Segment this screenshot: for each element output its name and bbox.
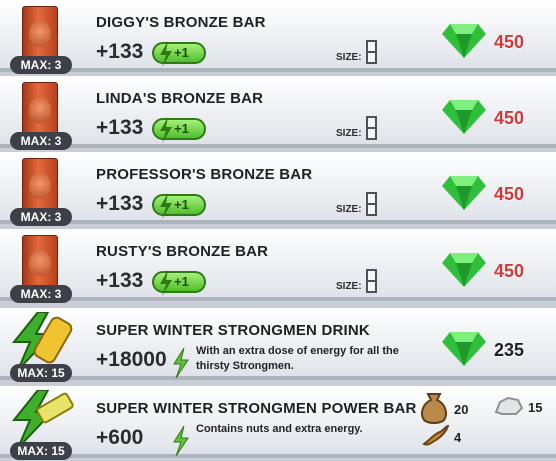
shop-item-professors-bronze-bar[interactable]: MAX: 3 PROFESSOR'S BRONZE BAR +133 +1 SI… [0,152,556,226]
gem-price: 235 [494,340,525,360]
bronze-bar-icon [22,158,58,214]
energy-bonus-text: +1 [174,121,189,136]
max-badge: MAX: 15 [10,364,72,382]
max-badge: MAX: 3 [10,132,72,150]
bronze-bar-icon [22,82,58,138]
size-icon [366,116,377,140]
energy-value: +133 [96,40,144,63]
size-icon [366,192,377,216]
size-icon [366,40,377,64]
shop-item-lindas-bronze-bar[interactable]: MAX: 3 LINDA'S BRONZE BAR +133 +1 SIZE: … [0,76,556,150]
size-icon [366,269,377,293]
gem-price: 450 [494,108,525,128]
size-label: SIZE: [336,281,362,292]
item-thumbnail: MAX: 15 [6,390,74,460]
gem-price: 450 [494,184,525,204]
root-count: 4 [454,430,462,445]
item-thumbnail: MAX: 3 [6,156,74,226]
max-badge: MAX: 3 [10,285,72,303]
size-label: SIZE: [336,52,362,63]
bronze-bar-icon [22,235,58,291]
item-title: PROFESSOR'S BRONZE BAR [96,166,313,183]
item-title: DIGGY'S BRONZE BAR [96,14,266,31]
gem-icon [442,176,486,210]
item-thumbnail: MAX: 3 [6,233,74,303]
sack-count: 20 [454,402,469,417]
max-badge: MAX: 3 [10,208,72,226]
size-label: SIZE: [336,128,362,139]
lightning-icon [160,41,172,67]
item-thumbnail: MAX: 3 [6,80,74,150]
energy-drink-icon [11,312,73,370]
shop-item-list: MAX: 3 DIGGY'S BRONZE BAR +133 +1 SIZE: … [0,0,556,461]
item-description: Contains nuts and extra energy. [196,423,363,435]
energy-bonus-text: +1 [174,274,189,289]
energy-bonus-pill: +1 [152,270,206,296]
power-bar-icon [11,390,74,448]
shop-item-rustys-bronze-bar[interactable]: MAX: 3 RUSTY'S BRONZE BAR +133 +1 SIZE: … [0,229,556,303]
shop-item-diggys-bronze-bar[interactable]: MAX: 3 DIGGY'S BRONZE BAR +133 +1 SIZE: … [0,0,556,74]
energy-bonus-text: +1 [174,197,189,212]
gem-price: 450 [494,32,525,52]
energy-bonus-pill: +1 [152,117,206,143]
item-title: SUPER WINTER STRONGMEN DRINK [96,322,370,339]
size-label: SIZE: [336,204,362,215]
gem-icon [442,253,486,287]
lightning-icon [160,270,172,296]
stone-icon [494,396,524,415]
energy-bonus-pill: +1 [152,193,206,219]
energy-value: +133 [96,269,144,292]
lightning-icon [160,117,172,143]
item-title: LINDA'S BRONZE BAR [96,90,264,107]
item-title: RUSTY'S BRONZE BAR [96,243,269,260]
shop-item-strongmen-drink[interactable]: MAX: 15 SUPER WINTER STRONGMEN DRINK +18… [0,308,556,382]
item-thumbnail: MAX: 15 [6,312,74,382]
energy-value: +600 [96,426,144,449]
root-icon [422,424,450,446]
energy-bonus-pill: +1 [152,41,206,67]
energy-value: +18000 [96,348,167,371]
max-badge: MAX: 15 [10,442,72,460]
sack-icon [421,393,447,424]
lightning-icon [173,426,189,456]
item-title: SUPER WINTER STRONGMEN POWER BAR [96,400,417,417]
energy-value: +133 [96,116,144,139]
max-badge: MAX: 3 [10,56,72,74]
lightning-icon [173,348,189,378]
gem-price: 450 [494,261,525,281]
gem-icon [442,24,486,58]
gem-icon [442,100,486,134]
lightning-icon [160,193,172,219]
shop-item-strongmen-power-bar[interactable]: MAX: 15 SUPER WINTER STRONGMEN POWER BAR… [0,386,556,460]
gem-icon [442,332,486,366]
item-thumbnail: MAX: 3 [6,4,74,74]
energy-bonus-text: +1 [174,45,189,60]
item-description: With an extra dose of energy for all the… [196,345,399,372]
energy-value: +133 [96,192,144,215]
bronze-bar-icon [22,6,58,62]
stone-count: 15 [528,400,543,415]
